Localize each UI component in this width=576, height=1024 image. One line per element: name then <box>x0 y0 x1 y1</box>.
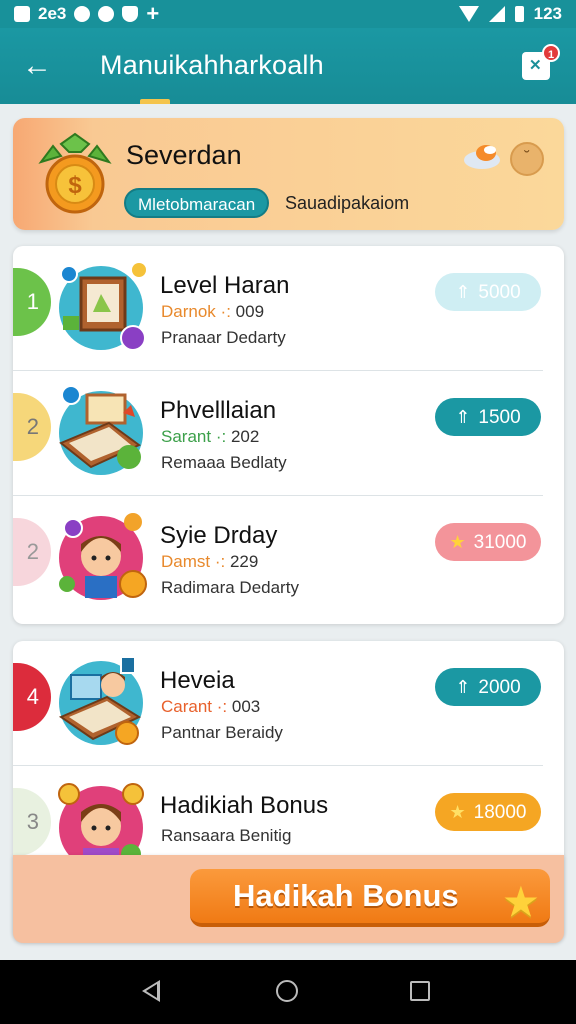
star-icon: ★ <box>503 882 538 924</box>
frame-icon <box>59 263 146 351</box>
reward-button[interactable]: ★ 18000 <box>435 793 541 831</box>
coin-button[interactable]: ˘ <box>510 142 544 176</box>
item-stat-label: Carant <box>161 697 213 716</box>
keyboard-icon <box>59 385 143 475</box>
profile-subtitle: Sauadipakaiom <box>285 193 410 213</box>
item-description: Pranaar Dedarty <box>161 328 286 347</box>
nav-home-icon[interactable] <box>276 980 298 1002</box>
shield-icon <box>122 6 139 22</box>
item-stat-value: 229 <box>229 552 259 571</box>
status-bar: 2e3 + 123 <box>0 0 576 28</box>
star-icon: ★ <box>449 532 466 552</box>
tab-indicator <box>140 99 170 104</box>
app-icon <box>74 6 91 22</box>
rank-badge: 4 <box>13 663 51 731</box>
bonus-button[interactable]: Hadikah Bonus ★ <box>190 869 550 927</box>
workshop-icon <box>58 656 143 745</box>
profile-card: $ Severdan Mletobmaracan Sauadipakaiom ˘ <box>13 118 564 230</box>
list-item[interactable]: 1 Level Haran Darnok ·: 009 Pranaar Deda… <box>13 246 564 371</box>
page-title: Manuikahharkoalh <box>100 50 324 80</box>
back-button[interactable]: ← <box>18 48 56 86</box>
item-title: Heveia <box>160 667 235 694</box>
arrow-up-icon: ⇑ <box>455 677 471 697</box>
money-bag-icon: $ <box>38 132 112 214</box>
nav-recents-icon[interactable] <box>410 981 430 1001</box>
reward-value: 1500 <box>478 407 521 428</box>
item-title: Hadikiah Bonus <box>160 792 329 819</box>
rank-badge: 2 <box>13 518 51 586</box>
item-stat-label: Sarant <box>161 427 212 446</box>
star-icon: ★ <box>449 802 466 822</box>
item-stat-label: Darnok <box>161 302 216 321</box>
status-battery-level: 123 <box>533 4 562 23</box>
character-icon <box>59 513 147 600</box>
plus-icon: + <box>146 1 160 26</box>
profile-tag-button[interactable]: Mletobmaracan <box>124 188 270 218</box>
item-description: Ransaara Benitig <box>161 826 292 845</box>
wifi-icon <box>458 6 479 22</box>
item-stat: Damst ·: 229 <box>161 552 259 571</box>
status-time: 2e3 <box>38 4 67 23</box>
nav-back-icon[interactable] <box>142 980 160 1002</box>
reward-button[interactable]: ⇑ 1500 <box>435 398 541 436</box>
reward-button[interactable]: ★ 31000 <box>435 523 541 561</box>
rank-badge: 2 <box>13 393 51 461</box>
item-stat-value: 009 <box>235 302 265 321</box>
system-nav-bar <box>0 960 576 1024</box>
reward-value: 31000 <box>473 532 527 553</box>
item-stat: Darnok ·: 009 <box>161 302 265 321</box>
list-card: 1 Level Haran Darnok ·: 009 Pranaar Deda… <box>13 246 564 624</box>
item-stat: Sarant ·: 202 <box>161 427 260 446</box>
reward-value: 2000 <box>478 677 521 698</box>
item-stat-label: Damst <box>161 552 211 571</box>
signal-icon <box>488 6 505 22</box>
item-description: Pantnar Beraidy <box>161 723 283 742</box>
item-title: Syie Drday <box>160 522 278 549</box>
weather-cloud-icon <box>464 145 500 169</box>
chat-icon <box>98 6 115 22</box>
list-item[interactable]: 2 Syie Drday Damst ·: 229 Radimara Dedar… <box>13 496 564 621</box>
arrow-up-icon: ⇑ <box>455 282 471 302</box>
svg-text:$: $ <box>68 172 82 199</box>
item-stat: Carant ·: 003 <box>161 697 261 716</box>
rank-badge: 3 <box>13 788 51 856</box>
item-description: Radimara Dedarty <box>161 578 299 597</box>
notification-icon <box>14 6 30 22</box>
reward-value: 18000 <box>473 802 527 823</box>
list-item[interactable]: 2 Phvelllaian Sarant ·: 202 Remaaa Bedla… <box>13 371 564 496</box>
profile-name: Severdan <box>126 140 242 170</box>
bonus-button-label: Hadikah Bonus <box>233 878 459 913</box>
item-stat-value: 003 <box>231 697 261 716</box>
bonus-bar: Hadikah Bonus ★ <box>13 855 564 943</box>
app-bar: ← Manuikahharkoalh 1 <box>0 28 576 104</box>
item-stat-value: 202 <box>230 427 260 446</box>
item-title: Phvelllaian <box>160 397 277 424</box>
battery-icon <box>514 6 524 22</box>
reward-button[interactable]: ⇑ 5000 <box>435 273 541 311</box>
notification-badge: 1 <box>542 44 560 62</box>
item-title: Level Haran <box>160 272 290 299</box>
reward-value: 5000 <box>478 282 521 303</box>
list-item[interactable]: 4 Heveia Carant ·: 003 Pantnar Beraidy ⇑… <box>13 641 564 766</box>
rank-badge: 1 <box>13 268 51 336</box>
reward-button[interactable]: ⇑ 2000 <box>435 668 541 706</box>
arrow-up-icon: ⇑ <box>455 407 471 427</box>
item-description: Remaaa Bedlaty <box>161 453 287 472</box>
